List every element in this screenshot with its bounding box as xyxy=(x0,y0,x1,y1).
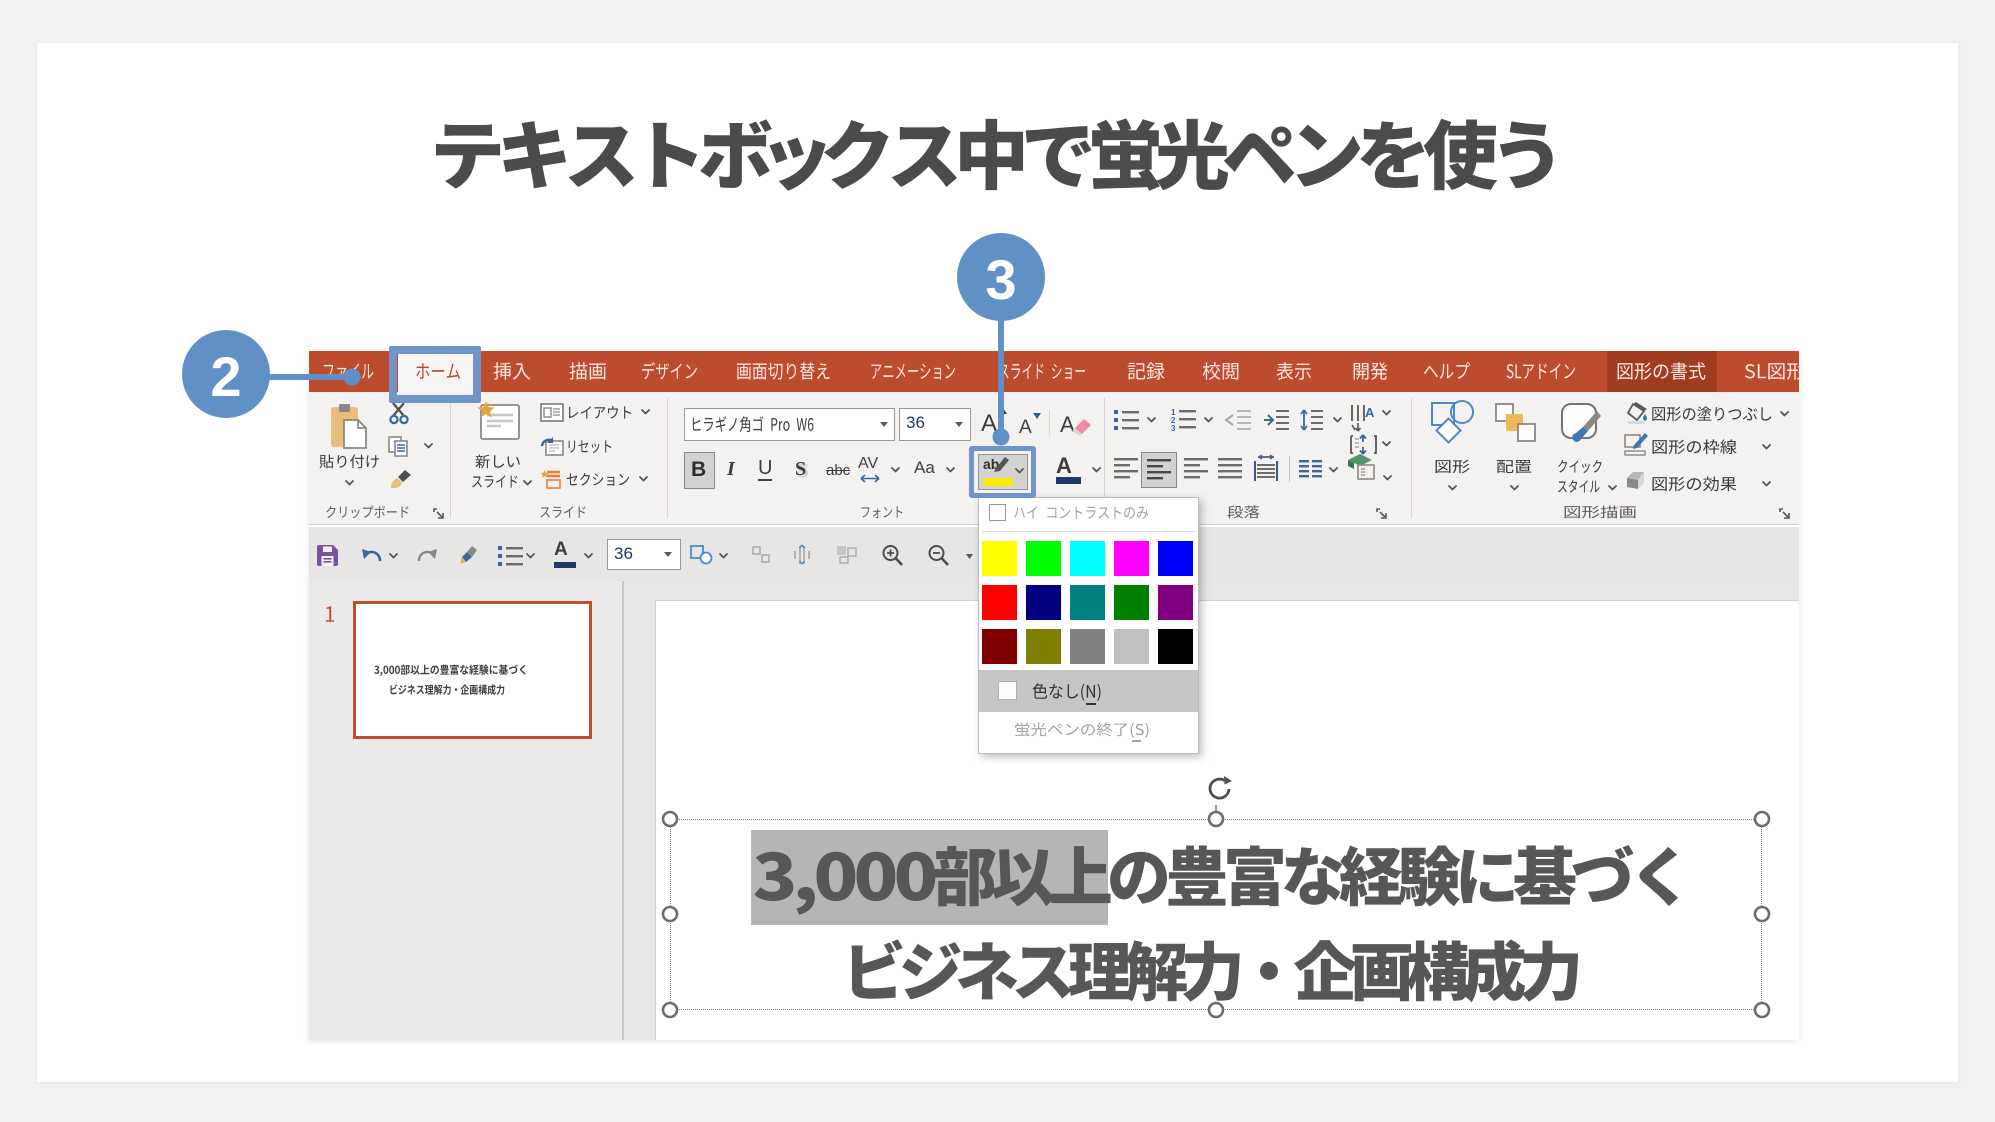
svg-text:A: A xyxy=(1365,405,1375,420)
svg-text:3: 3 xyxy=(1171,424,1176,433)
